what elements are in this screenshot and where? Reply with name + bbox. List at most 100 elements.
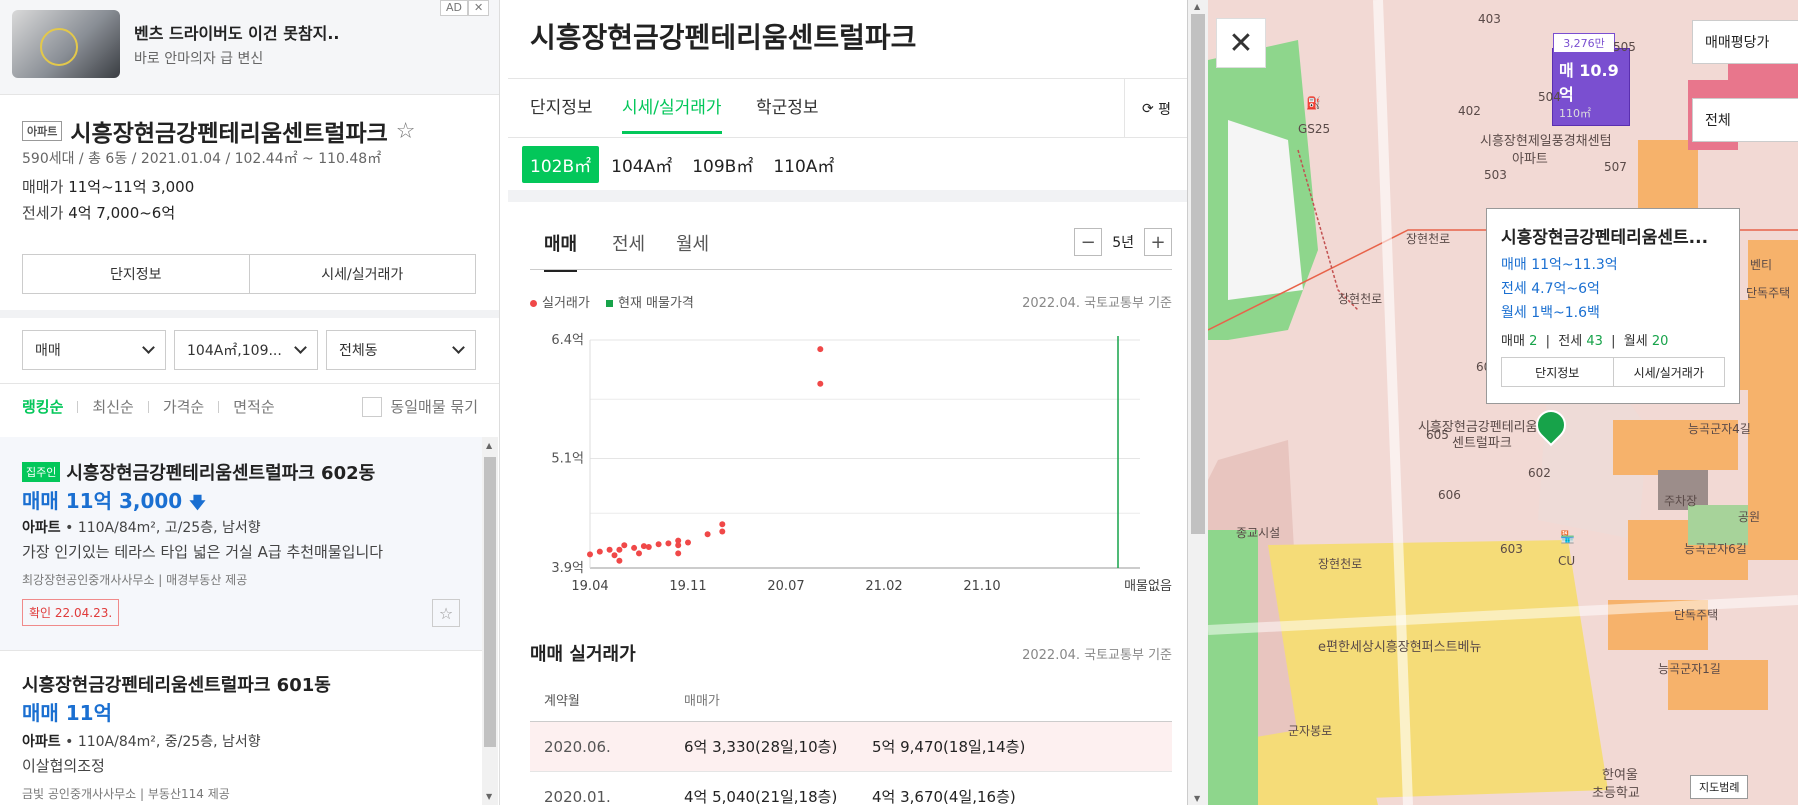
complex-name: 시흥장현금강펜테리움센트럴파크 [70,121,388,147]
map-view[interactable]: ✕ 매매평당가 전체 3,276만 매 10.9억 110㎡ 403 505 4… [1208,0,1798,805]
detail-scrollbar[interactable]: ▲ ▼ [1188,0,1208,805]
price-down-arrow-icon: 🡇 [189,493,206,512]
chevron-down-icon [452,341,465,354]
place-label: 벤티 [1750,258,1773,272]
group-checkbox[interactable] [362,396,383,417]
sort-area[interactable]: 면적순 [233,396,274,417]
size-tab[interactable]: 104A㎡ [603,146,680,183]
popup-info-button[interactable]: 단지정보 [1502,358,1613,386]
listing-source: 매경부동산 제공 [166,573,248,587]
building-label: 504 [1538,90,1561,104]
ad-subtitle[interactable]: 바로 안마의자 급 변신 [134,48,263,68]
tab-sale[interactable]: 매매 [544,230,578,272]
deal-type-select[interactable]: 매매 [22,330,166,370]
map-legend-button[interactable]: 지도범례 [1690,775,1749,799]
table-row[interactable]: 2020.06. 6억 3,330(28일,10층) 5억 9,470(18일,… [530,722,1172,772]
complex-info-button[interactable]: 단지정보 [23,255,249,293]
deal-type-value: 매매 [35,343,61,359]
filter-bar: 매매 104A㎡,109... 전체동 [0,318,499,384]
store-label: CU [1558,554,1576,568]
size-tab[interactable]: 109B㎡ [684,146,761,183]
place-label: 주차장 [1664,494,1698,508]
scrollbar-thumb[interactable] [484,457,496,747]
popup-title[interactable]: 시흥장현금강펜테리움센트... [1501,223,1725,248]
cu-icon: 🏪 [1560,530,1575,544]
x-tick-label: 21.02 [865,579,902,594]
y-tick-label: 3.9억 [551,561,584,576]
data-point [719,521,726,528]
tab-price[interactable]: 시세/실거래가 [622,93,722,134]
data-point [596,548,603,555]
place-label: 공원 [1738,510,1761,524]
row-month: 2020.06. [544,737,611,756]
ad-banner[interactable]: 벤츠 드라이버도 이건 못참지.. 바로 안마의자 급 변신 AD ✕ [0,0,499,95]
ad-thumbnail[interactable] [12,10,120,78]
tab-school[interactable]: 학군정보 [756,93,819,118]
sort-price[interactable]: 가격순 [163,396,204,417]
listing-desc: 이살협의조정 [22,757,105,775]
school-label: 초등학교 [1592,786,1640,801]
map-close-button[interactable]: ✕ [1216,18,1266,68]
sort-ranking[interactable]: 랭킹순 [22,396,63,417]
area-select[interactable]: 104A㎡,109... [174,330,318,370]
price-info-button[interactable]: 시세/실거래가 [248,255,476,293]
detail-tabs: 단지정보 시세/실거래가 학군정보 ⟳ 평 [508,78,1187,138]
popup-price-button[interactable]: 시세/실거래가 [1612,358,1725,386]
data-point [675,537,682,544]
period-plus-button[interactable]: + [1144,228,1172,256]
popup-counts: 매매 2 | 전세 43 | 월세 20 [1501,334,1669,349]
data-point [587,551,593,558]
data-point [621,542,628,549]
map-filter-select[interactable]: 전체 [1692,98,1798,142]
group-same-listings[interactable]: 동일매물 묶기 [362,396,478,417]
x-tick-label: 19.04 [571,579,608,594]
row-price: 5억 9,470(18일,14층) [872,738,1026,756]
area-value: 104A㎡,109... [187,343,282,359]
data-point [645,544,652,551]
unit-toggle-button[interactable]: ⟳ 평 [1124,79,1187,138]
count-sale-label: 매매 [1501,334,1525,349]
building-label: 503 [1484,168,1507,182]
listing-star-icon[interactable]: ☆ [432,599,460,627]
popup-monthly: 월세 1백~1.6백 [1501,305,1600,321]
tab-complex-info[interactable]: 단지정보 [530,93,593,118]
listing-name[interactable]: 시흥장현금강펜테리움센트럴파크 601동 [22,671,331,697]
building-label: 505 [1613,40,1636,54]
listing-scrollbar[interactable]: ▲ ▼ [482,437,498,805]
size-tab[interactable]: 110A㎡ [765,146,842,183]
map-filter-value: 전체 [1705,113,1731,129]
price-marker[interactable]: 3,276만 매 10.9억 110㎡ [1552,33,1630,126]
count-jeonse-label: 전세 [1558,334,1583,349]
apartment-label: e편한세상시흥장현퍼스트베뉴 [1318,640,1482,655]
complex-meta: 590세대 / 총 6동 / 2021.01.04 / 102.44㎡ ~ 11… [22,151,382,167]
listing-price: 매매 11억 3,000 [22,489,183,513]
complex-popup[interactable]: 시흥장현금강펜테리움센트... 매매 11억~11.3억 전세 4.7억~6억 … [1486,208,1740,404]
row-price: 4억 5,040(21일,18층) [684,788,838,805]
tab-monthly[interactable]: 월세 [676,230,709,256]
data-point [685,539,691,546]
marker-price: 매 10.9억 [1559,61,1619,104]
tab-jeonse[interactable]: 전세 [612,230,645,256]
header-month: 계약월 [544,694,580,709]
price-type-select[interactable]: 매매평당가 [1692,20,1798,64]
period-minus-button[interactable]: − [1074,228,1103,256]
size-tab[interactable]: 102B㎡ [522,146,600,183]
table-row[interactable]: 2020.01. 4억 5,040(21일,18층) 4억 3,670(4일,1… [530,772,1172,805]
sort-latest[interactable]: 최신순 [92,396,133,417]
building-label: 403 [1478,12,1501,26]
chart-source: 2022.04. 국토교통부 기준 [1022,296,1172,311]
chevron-down-icon [294,341,307,354]
sort-bar: 랭킹순 최신순 가격순 면적순 동일매물 묶기 [22,396,478,417]
jeonse-price-value: 4억 7,000~6억 [68,204,176,222]
x-tick-label: 매물없음 [1124,579,1172,594]
listing-name[interactable]: 시흥장현금강펜테리움센트럴파크 602동 [66,459,375,485]
count-monthly-label: 월세 [1623,334,1648,349]
ad-title[interactable]: 벤츠 드라이버도 이건 못참지.. [134,20,340,44]
ad-close-icon[interactable]: ✕ [468,0,490,16]
scrollbar-thumb[interactable] [1191,14,1205,534]
list-item[interactable]: 집주인 시흥장현금강펜테리움센트럴파크 602동 매매 11억 3,000 🡇 … [0,437,482,651]
marker-unit-price: 3,276만 [1553,33,1615,53]
dong-select[interactable]: 전체동 [326,330,476,370]
favorite-star-icon[interactable]: ☆ [396,119,416,144]
list-item[interactable]: 시흥장현금강펜테리움센트럴파크 601동 매매 11억 아파트 • 110A/8… [0,651,482,805]
